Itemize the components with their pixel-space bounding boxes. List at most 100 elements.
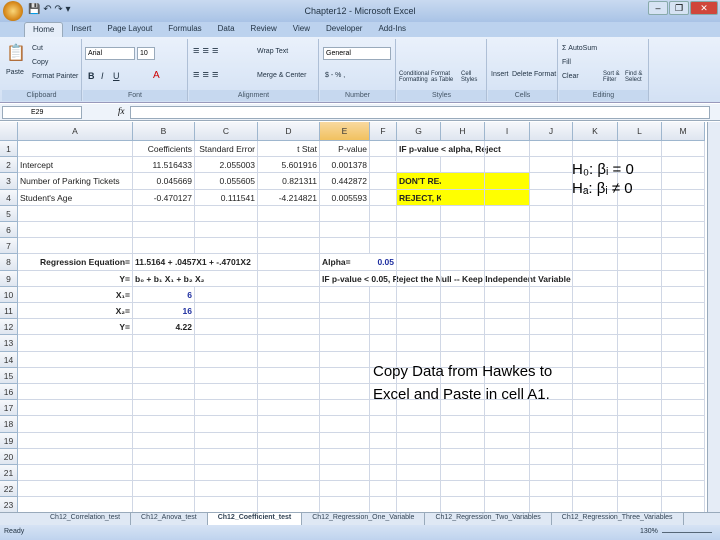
cell[interactable] <box>485 335 530 352</box>
cell[interactable] <box>370 465 397 482</box>
cell[interactable] <box>530 270 573 287</box>
cell[interactable] <box>618 238 662 255</box>
cell[interactable] <box>370 416 397 433</box>
cell[interactable] <box>573 416 618 433</box>
cell[interactable] <box>258 335 320 352</box>
cell[interactable] <box>441 205 485 222</box>
column-header-G[interactable]: G <box>397 122 441 141</box>
cell[interactable] <box>133 448 195 465</box>
cell[interactable] <box>618 335 662 352</box>
cell[interactable] <box>195 303 258 320</box>
cell[interactable] <box>662 303 705 320</box>
cell[interactable] <box>485 173 530 190</box>
cell[interactable] <box>320 481 370 498</box>
cell[interactable] <box>195 270 258 287</box>
cell[interactable] <box>441 335 485 352</box>
cell[interactable] <box>662 384 705 401</box>
row-header-23[interactable]: 23 <box>0 497 18 512</box>
cell[interactable] <box>133 351 195 368</box>
cell[interactable] <box>397 205 441 222</box>
number-format-select[interactable]: General <box>323 47 391 60</box>
cell[interactable] <box>258 400 320 417</box>
cell-A12[interactable]: Y= <box>18 319 133 336</box>
row-header-7[interactable]: 7 <box>0 238 18 255</box>
cell[interactable] <box>573 205 618 222</box>
column-header-B[interactable]: B <box>133 122 195 141</box>
cell[interactable] <box>485 416 530 433</box>
cell[interactable] <box>195 465 258 482</box>
cell[interactable] <box>397 465 441 482</box>
column-header-H[interactable]: H <box>441 122 485 141</box>
cell[interactable] <box>397 481 441 498</box>
cell[interactable] <box>485 497 530 512</box>
cell[interactable] <box>370 238 397 255</box>
cell[interactable] <box>320 286 370 303</box>
cell[interactable] <box>397 416 441 433</box>
cell[interactable] <box>320 384 370 401</box>
cell[interactable] <box>397 497 441 512</box>
cell[interactable] <box>397 286 441 303</box>
column-header-J[interactable]: J <box>530 122 573 141</box>
row-header-15[interactable]: 15 <box>0 367 18 384</box>
cell[interactable] <box>485 432 530 449</box>
cell-A11[interactable]: X₂= <box>18 303 133 320</box>
cell[interactable] <box>320 335 370 352</box>
cell[interactable] <box>662 367 705 384</box>
cell[interactable] <box>133 432 195 449</box>
cell[interactable] <box>441 189 485 206</box>
cell[interactable] <box>195 335 258 352</box>
cell-C4[interactable]: 0.111541 <box>195 189 258 206</box>
cell[interactable] <box>662 286 705 303</box>
cell[interactable] <box>370 189 397 206</box>
column-header-L[interactable]: L <box>618 122 662 141</box>
cell[interactable] <box>530 238 573 255</box>
cell[interactable] <box>195 416 258 433</box>
cell[interactable] <box>573 497 618 512</box>
cell[interactable] <box>485 157 530 174</box>
cell-E3[interactable]: 0.442872 <box>320 173 370 190</box>
cell[interactable] <box>618 254 662 271</box>
copy-button[interactable]: Copy <box>32 59 48 66</box>
cell[interactable] <box>133 497 195 512</box>
close-button[interactable]: ✕ <box>690 1 718 15</box>
merge-center-button[interactable]: Merge & Center <box>257 72 306 79</box>
ribbon-tab-view[interactable]: View <box>285 22 318 37</box>
cell[interactable] <box>320 400 370 417</box>
cell[interactable] <box>662 319 705 336</box>
cell[interactable] <box>618 448 662 465</box>
row-header-12[interactable]: 12 <box>0 319 18 336</box>
cell[interactable] <box>485 448 530 465</box>
cell[interactable] <box>618 384 662 401</box>
cell[interactable] <box>573 319 618 336</box>
cell[interactable] <box>258 222 320 239</box>
align-top-icon[interactable]: ≡ ≡ ≡ <box>193 45 218 57</box>
minimize-button[interactable]: – <box>648 1 668 15</box>
cell-D1[interactable]: t Stat <box>258 141 320 158</box>
cell[interactable] <box>618 351 662 368</box>
cell[interactable] <box>662 400 705 417</box>
cell[interactable] <box>441 238 485 255</box>
ribbon-tab-review[interactable]: Review <box>243 22 285 37</box>
cell[interactable] <box>133 481 195 498</box>
cell[interactable] <box>662 222 705 239</box>
cell[interactable] <box>441 319 485 336</box>
column-header-D[interactable]: D <box>258 122 320 141</box>
cell[interactable] <box>573 270 618 287</box>
cell[interactable] <box>530 335 573 352</box>
ribbon-tab-formulas[interactable]: Formulas <box>160 22 209 37</box>
cell[interactable] <box>258 254 320 271</box>
cell[interactable] <box>441 222 485 239</box>
cell[interactable] <box>320 497 370 512</box>
cell[interactable] <box>397 222 441 239</box>
ribbon-tab-page-layout[interactable]: Page Layout <box>99 22 160 37</box>
cell[interactable] <box>485 205 530 222</box>
cell[interactable] <box>18 400 133 417</box>
cell[interactable] <box>618 319 662 336</box>
formula-input[interactable] <box>130 106 710 119</box>
cell[interactable] <box>320 205 370 222</box>
cell[interactable] <box>370 205 397 222</box>
cell-B9[interactable]: b₀ + b₁ X₁ + b₂ X₂ <box>133 271 204 287</box>
cell[interactable] <box>370 497 397 512</box>
cell[interactable] <box>485 319 530 336</box>
cell-G3[interactable]: DON'T REJECT, DISCARD <box>397 173 504 190</box>
